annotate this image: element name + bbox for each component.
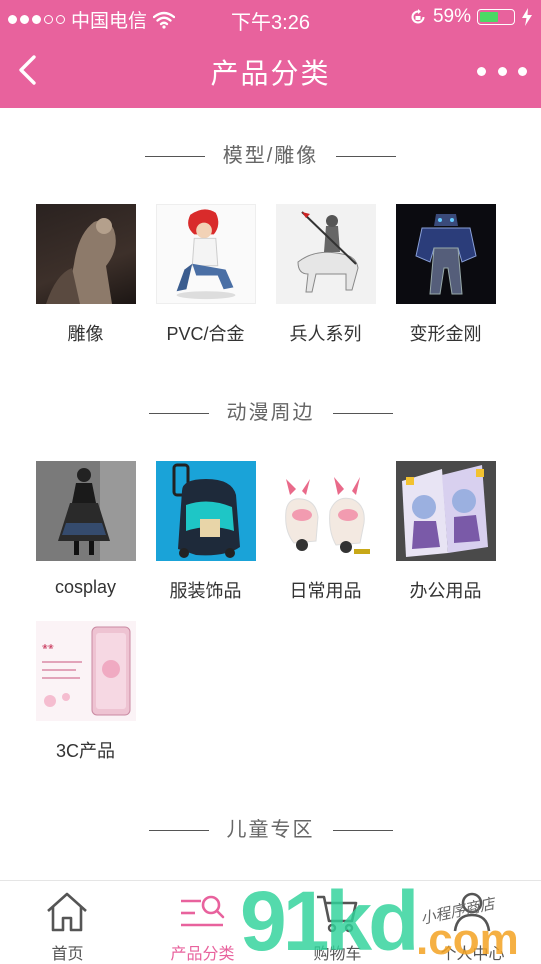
category-label: 变形金刚 [409,324,482,344]
transformer-thumbnail [395,204,496,304]
category-label: 3C产品 [55,741,115,761]
user-icon [453,892,491,932]
tab-profile[interactable]: 个人中心 [405,881,540,963]
category-label: PVC/合金 [166,324,245,344]
tab-label: 产品分类 [170,946,235,963]
category-item-pvc-alloy[interactable]: PVC/合金 [145,204,266,346]
category-label: 办公用品 [409,581,482,601]
status-bar: 中国电信 下午3:26 59% [0,0,541,34]
category-item-3c-products[interactable]: ❀❀ 3C产品 [25,621,146,763]
category-item-apparel[interactable]: 服装饰品 [145,461,266,603]
3c-products-thumbnail: ❀❀ [35,621,136,721]
category-list: 模型/雕像 雕像 PVC/合金 兵人系列 变形金刚 动漫周边 cosplay 服… [0,108,541,880]
battery-icon [477,9,515,25]
category-item-transformers[interactable]: 变形金刚 [385,204,506,346]
category-item-statue[interactable]: 雕像 [25,204,146,346]
navigation-bar: 产品分类 [0,34,541,108]
category-label: 日常用品 [289,581,362,601]
apparel-thumbnail [155,461,256,561]
tab-home[interactable]: 首页 [0,881,135,963]
office-supplies-thumbnail [395,461,496,561]
category-search-icon [181,895,225,927]
tab-bar: 首页 产品分类 购物车 个人中心 [0,880,541,963]
category-item-daily-goods[interactable]: 日常用品 [265,461,386,603]
category-label: 兵人系列 [289,324,362,344]
more-dot-icon [518,66,527,76]
soldier-figure-thumbnail [275,204,376,304]
daily-goods-thumbnail [275,461,376,561]
category-item-office-supplies[interactable]: 办公用品 [385,461,506,603]
tab-categories[interactable]: 产品分类 [135,881,270,963]
category-label: 服装饰品 [169,581,242,601]
pvc-figure-thumbnail [155,204,256,304]
charging-bolt-icon [522,8,532,26]
tab-label: 首页 [51,946,84,963]
tab-label: 个人中心 [440,946,505,963]
cosplay-thumbnail [35,461,136,561]
section-title-anime: 动漫周边 [0,396,541,425]
category-label: cosplay [54,577,117,597]
page-title: 产品分类 [210,58,331,89]
category-label: 雕像 [67,324,104,344]
battery-percent: 59% [432,6,471,27]
home-icon [47,892,87,932]
statue-thumbnail [35,204,136,304]
rotation-lock-icon [411,9,425,24]
more-dot-icon [477,66,486,76]
category-item-cosplay[interactable]: cosplay [25,461,146,598]
more-dot-icon [497,66,507,76]
section-title-models: 模型/雕像 [0,139,541,168]
category-item-soldier[interactable]: 兵人系列 [265,204,386,346]
shopping-cart-icon [317,895,358,933]
more-button[interactable] [477,60,527,82]
tab-label: 购物车 [313,946,362,963]
section-title-kids: 儿童专区 [0,813,541,842]
tab-cart[interactable]: 购物车 [270,881,405,963]
status-right: 59% [409,6,533,28]
svg-text:❀❀: ❀❀ [42,644,54,651]
